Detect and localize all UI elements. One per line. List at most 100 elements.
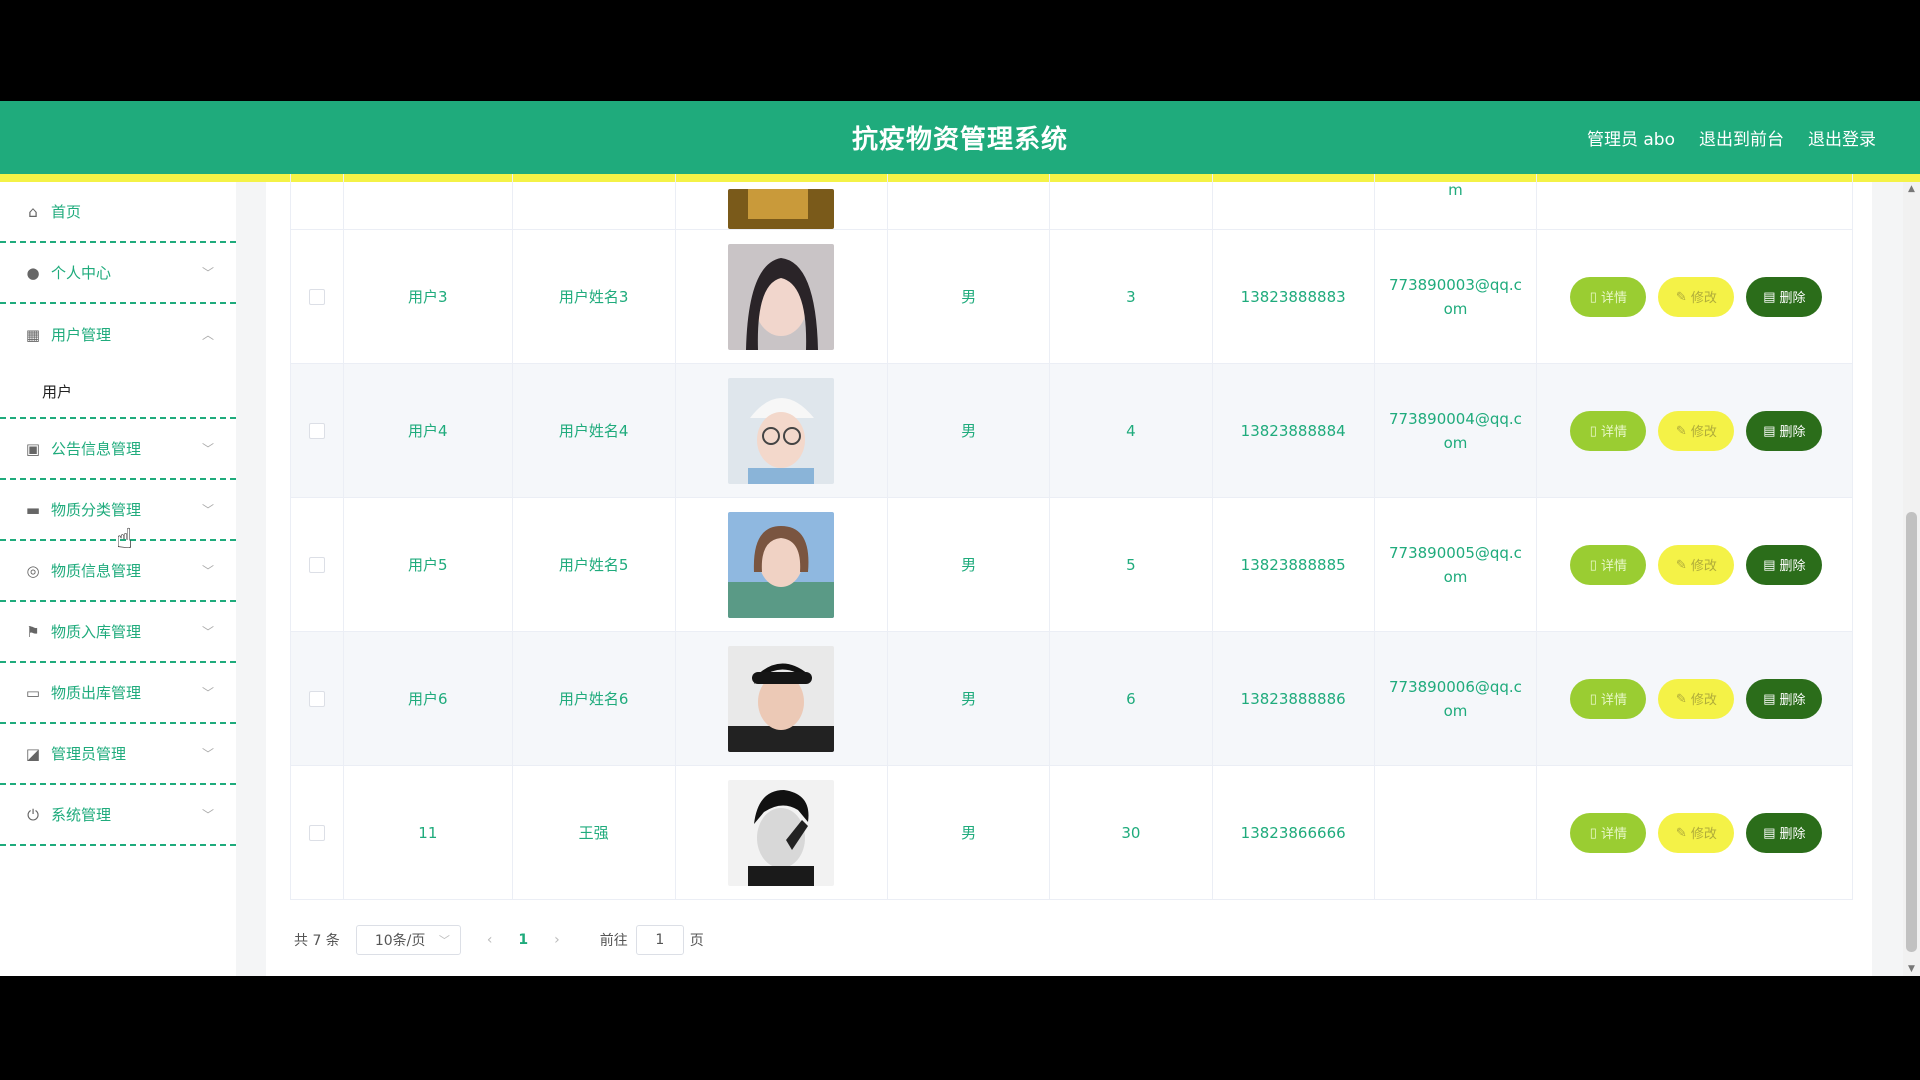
account-cell: 用户3: [344, 230, 513, 363]
sidebar-item-label: 管理员管理: [51, 745, 127, 763]
vertical-scrollbar[interactable]: ▲ ▼: [1903, 182, 1920, 976]
row-checkbox[interactable]: [308, 422, 325, 439]
detail-button[interactable]: ▯ 详情: [1570, 812, 1647, 853]
sidebar-subitem-users[interactable]: 用户: [0, 365, 236, 419]
sex-cell: 男: [888, 230, 1050, 363]
page-size-select[interactable]: 10条/页 ﹀: [355, 925, 461, 955]
chevron-down-icon: ﹀: [201, 625, 214, 639]
row-checkbox[interactable]: [308, 556, 325, 573]
edit-button[interactable]: ✎ 修改: [1658, 410, 1735, 451]
sidebar-item-label: 系统管理: [51, 806, 112, 824]
scroll-down-icon[interactable]: ▼: [1903, 964, 1920, 974]
user-avatar-image: [728, 645, 835, 752]
trash-icon: ▤: [1763, 690, 1776, 706]
user-icon: ●: [26, 263, 40, 282]
sidebar-item-label: 首页: [51, 203, 82, 221]
email-cell: m: [1375, 174, 1538, 229]
sidebar-item-system[interactable]: ⏻ 系统管理 ﹀: [0, 785, 236, 846]
sidebar-item-stock-in[interactable]: ⚑ 物质入库管理 ﹀: [0, 602, 236, 663]
next-page-button[interactable]: ›: [554, 932, 560, 948]
user-avatar-image: [728, 243, 835, 350]
user-avatar-image: [728, 511, 835, 618]
user-avatar-image: [728, 189, 835, 229]
chevron-down-icon: ﹀: [438, 934, 450, 947]
email-cell: 773890005@qq.com: [1375, 498, 1538, 631]
hand-cursor-icon: ☝: [116, 522, 134, 555]
trash-icon: ▤: [1763, 422, 1776, 438]
detail-button[interactable]: ▯ 详情: [1570, 276, 1647, 317]
sidebar-item-announcements[interactable]: ▣ 公告信息管理 ﹀: [0, 419, 236, 480]
flag-icon: ⚑: [26, 622, 40, 641]
prev-page-button[interactable]: ‹: [487, 932, 493, 948]
pencil-icon: ✎: [1675, 824, 1687, 840]
sidebar-item-stock-out[interactable]: ▭ 物质出库管理 ﹀: [0, 663, 236, 724]
chevron-down-icon: ﹀: [201, 266, 214, 280]
email-cell: 773890006@qq.com: [1375, 632, 1538, 765]
chevron-up-icon: ︿: [201, 328, 214, 342]
edit-button[interactable]: ✎ 修改: [1658, 276, 1735, 317]
admin-user-link[interactable]: 管理员 abo: [1587, 125, 1675, 150]
table-row: 11 王强 男 30 13823866666 ▯ 详情 ✎ 修改 ▤ 删除: [291, 766, 1852, 900]
name-cell: 用户姓名6: [513, 632, 676, 765]
row-checkbox[interactable]: [308, 824, 325, 841]
logout-link[interactable]: 退出登录: [1808, 125, 1876, 150]
email-cell: 773890003@qq.com: [1375, 230, 1538, 363]
top-links: 管理员 abo 退出到前台 退出登录: [1587, 125, 1876, 150]
delete-button[interactable]: ▤ 删除: [1746, 678, 1823, 719]
doc-icon: ▯: [1589, 824, 1597, 840]
age-cell: 3: [1050, 230, 1213, 363]
sidebar-item-label: 用户管理: [51, 326, 112, 344]
sex-cell: 男: [888, 364, 1050, 497]
pencil-icon: ✎: [1675, 288, 1687, 304]
current-page-number[interactable]: 1: [518, 932, 528, 948]
scrollbar-thumb[interactable]: [1906, 512, 1917, 952]
sidebar-item-admin-management[interactable]: ◪ 管理员管理 ﹀: [0, 724, 236, 785]
trash-icon: ▤: [1763, 556, 1776, 572]
phone-cell: 13823888885: [1213, 498, 1375, 631]
message-icon: ▭: [25, 683, 41, 702]
goto-page-input[interactable]: 1: [635, 925, 684, 955]
sidebar-item-label: 物质分类管理: [51, 501, 142, 519]
name-cell: 用户姓名4: [513, 364, 676, 497]
top-navbar: 抗疫物资管理系统 管理员 abo 退出到前台 退出登录: [0, 101, 1920, 182]
chevron-down-icon: ﹀: [201, 686, 214, 700]
delete-button[interactable]: ▤ 删除: [1746, 410, 1823, 451]
clipboard-icon: ▣: [25, 439, 41, 458]
doc-icon: ▯: [1589, 422, 1597, 438]
pencil-icon: ✎: [1675, 422, 1687, 438]
chevron-down-icon: ﹀: [201, 808, 214, 822]
delete-button[interactable]: ▤ 删除: [1746, 812, 1823, 853]
scroll-up-icon[interactable]: ▲: [1903, 184, 1920, 194]
app-window: 抗疫物资管理系统 管理员 abo 退出到前台 退出登录 ⌂ 首页 ● 个人中心 …: [0, 101, 1920, 976]
detail-button[interactable]: ▯ 详情: [1570, 544, 1647, 585]
pagination: 共 7 条 10条/页 ﹀ ‹ 1 › 前往 1 页: [294, 925, 704, 955]
total-count: 共 7 条: [294, 933, 340, 949]
detail-button[interactable]: ▯ 详情: [1570, 410, 1647, 451]
sidebar-item-home[interactable]: ⌂ 首页: [0, 182, 236, 243]
pencil-icon: ✎: [1675, 690, 1687, 706]
chevron-down-icon: ﹀: [201, 442, 214, 456]
edit-button[interactable]: ✎ 修改: [1658, 678, 1735, 719]
table-row: 用户4 用户姓名4 男 4 13823888884 773890004@qq.c…: [291, 364, 1852, 498]
back-to-frontend-link[interactable]: 退出到前台: [1699, 125, 1784, 150]
edit-button[interactable]: ✎ 修改: [1658, 544, 1735, 585]
sex-cell: 男: [888, 766, 1050, 899]
doc-icon: ▯: [1589, 288, 1597, 304]
sidebar-item-label: 物质出库管理: [51, 684, 142, 702]
user-avatar-image: [728, 779, 835, 886]
home-icon: ⌂: [28, 202, 38, 221]
edit-button[interactable]: ✎ 修改: [1658, 812, 1735, 853]
chevron-down-icon: ﹀: [201, 503, 214, 517]
delete-button[interactable]: ▤ 删除: [1746, 544, 1823, 585]
age-cell: 5: [1050, 498, 1213, 631]
row-checkbox[interactable]: [308, 288, 325, 305]
account-cell: 用户4: [344, 364, 513, 497]
delete-button[interactable]: ▤ 删除: [1746, 276, 1823, 317]
sex-cell: 男: [888, 498, 1050, 631]
row-checkbox[interactable]: [308, 690, 325, 707]
sidebar-item-profile[interactable]: ● 个人中心 ﹀: [0, 243, 236, 304]
briefcase-icon: ▬: [25, 500, 41, 519]
detail-button[interactable]: ▯ 详情: [1570, 678, 1647, 719]
sidebar-item-user-management[interactable]: ▦ 用户管理 ︿: [0, 304, 236, 365]
phone-cell: 13823888886: [1213, 632, 1375, 765]
